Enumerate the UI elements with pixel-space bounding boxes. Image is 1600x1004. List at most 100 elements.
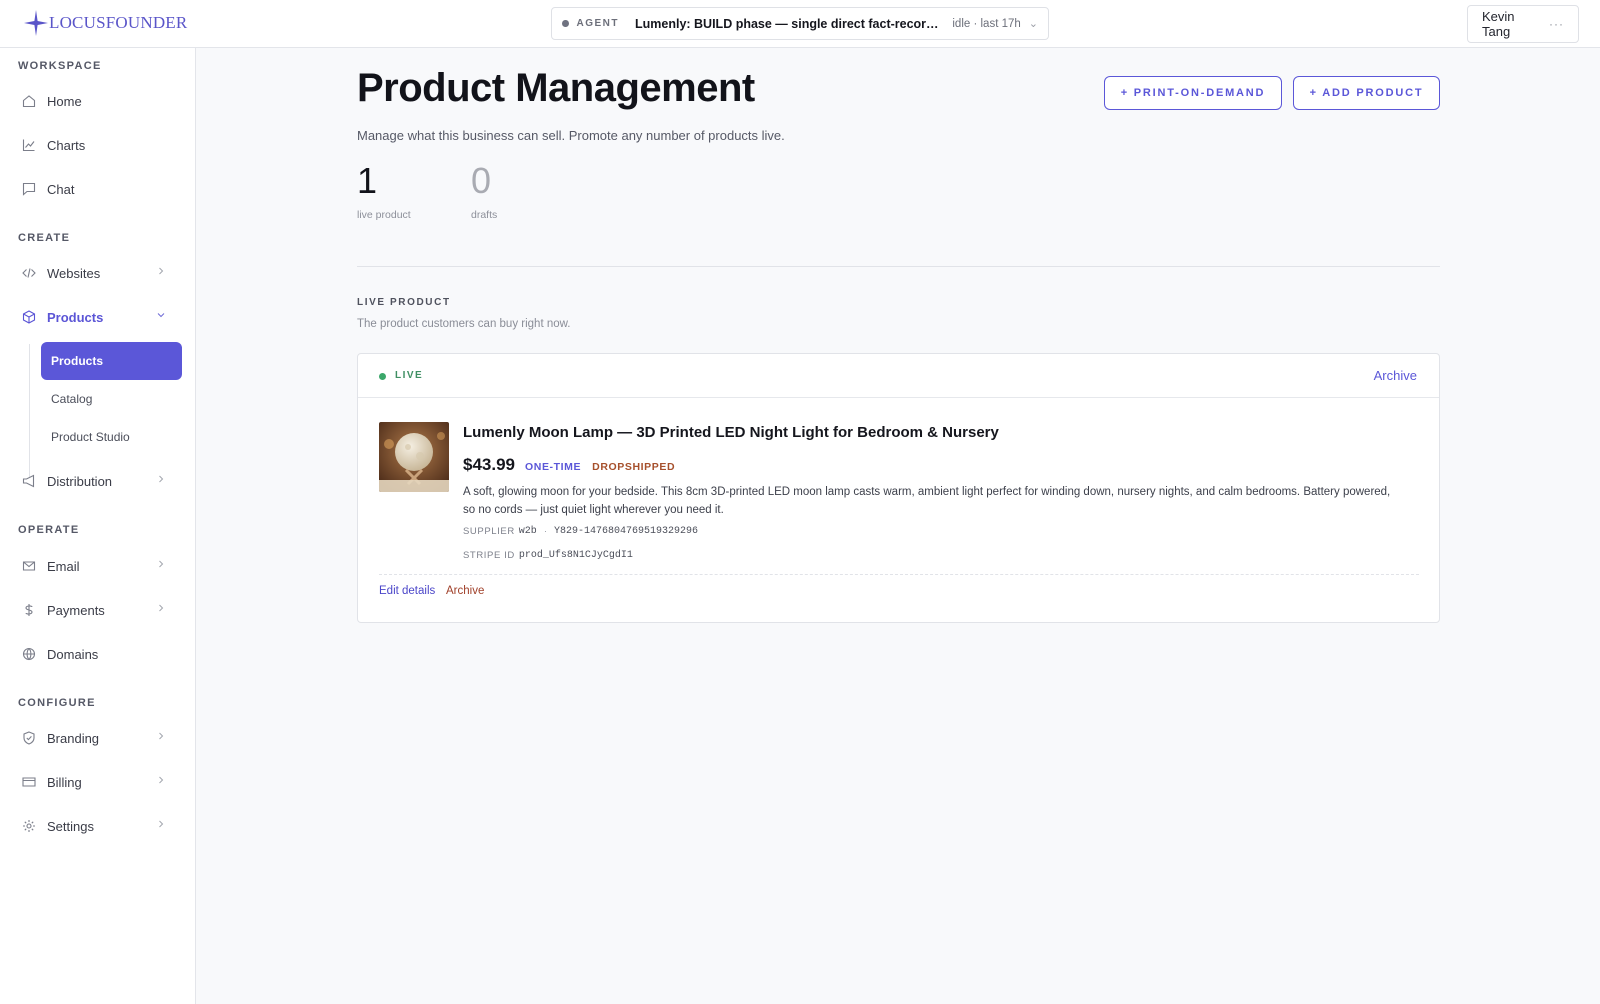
section-create: CREATE bbox=[18, 232, 71, 244]
archive-link[interactable]: Archive bbox=[1374, 368, 1417, 383]
sidebar-item-billing[interactable]: Billing bbox=[10, 765, 186, 799]
supplier-meta: SUPPLIER w2b · Y829-1476804769519329296 bbox=[463, 526, 698, 537]
brand-name: LOCUSFOUNDER bbox=[49, 13, 188, 32]
sidebar-item-label: Home bbox=[47, 93, 82, 109]
section-operate: OPERATE bbox=[18, 524, 80, 536]
product-name[interactable]: Lumenly Moon Lamp — 3D Printed LED Night… bbox=[463, 424, 999, 441]
user-menu[interactable]: Kevin Tang ··· bbox=[1467, 5, 1579, 43]
stripe-meta: STRIPE ID prod_Ufs8N1CJyCgdI1 bbox=[463, 550, 633, 561]
mail-icon bbox=[22, 561, 36, 571]
sidebar-item-label: Charts bbox=[47, 137, 86, 153]
product-image[interactable] bbox=[379, 422, 449, 492]
sidebar-item-label: Distribution bbox=[47, 473, 113, 489]
product-card: LIVE Archive Lumenly Moon Lamp — 3D Prin… bbox=[357, 353, 1440, 623]
chat-icon bbox=[22, 182, 36, 196]
gear-icon bbox=[23, 820, 35, 832]
sidebar-item-email[interactable]: Email bbox=[10, 549, 186, 583]
chevron-down-icon bbox=[157, 313, 165, 318]
sidebar-subitem-products[interactable]: Products bbox=[41, 342, 182, 380]
stat-caption: drafts bbox=[471, 209, 498, 221]
sidebar-subitem-catalog[interactable]: Catalog bbox=[41, 380, 182, 418]
chevron-right-icon bbox=[159, 560, 164, 568]
credit-card-icon bbox=[22, 777, 36, 787]
sidebar-item-label: Billing bbox=[47, 774, 82, 790]
sidebar-item-charts[interactable]: Charts bbox=[10, 128, 186, 162]
stat-value: 0 bbox=[471, 160, 492, 201]
sidebar-item-label: Payments bbox=[47, 602, 105, 618]
globe-icon bbox=[22, 647, 36, 661]
meta-separator: · bbox=[543, 526, 547, 537]
sidebar-item-label: Chat bbox=[47, 181, 75, 197]
stat-drafts: 0 drafts bbox=[471, 160, 498, 222]
chevron-down-icon: ⌄ bbox=[1028, 18, 1038, 30]
product-price: $43.99 bbox=[463, 455, 515, 474]
card-header: LIVE Archive bbox=[358, 354, 1439, 398]
sidebar-item-label: Websites bbox=[47, 265, 101, 281]
stat-value: 1 bbox=[357, 160, 378, 201]
top-bar: LOCUSFOUNDER AGENT Lumenly: BUILD phase … bbox=[0, 0, 1600, 48]
sidebar-item-label: Email bbox=[47, 558, 80, 574]
divider bbox=[357, 266, 1440, 267]
archive-action-link[interactable]: Archive bbox=[446, 585, 484, 597]
page-subtitle: Manage what this business can sell. Prom… bbox=[357, 128, 785, 143]
megaphone-icon bbox=[22, 474, 35, 488]
brand-logo[interactable]: LOCUSFOUNDER bbox=[24, 10, 187, 36]
chevron-right-icon bbox=[159, 475, 164, 483]
agent-tag: AGENT bbox=[576, 18, 619, 29]
sidebar-item-home[interactable]: Home bbox=[10, 84, 186, 118]
chevron-right-icon bbox=[159, 776, 164, 784]
user-name: Kevin Tang bbox=[1482, 9, 1515, 39]
chevron-right-icon bbox=[159, 604, 164, 612]
sidebar-item-branding[interactable]: Branding bbox=[10, 721, 186, 755]
chevron-right-icon bbox=[159, 732, 164, 740]
section-description: The product customers can buy right now. bbox=[357, 318, 571, 330]
box-icon bbox=[22, 310, 36, 324]
sidebar-item-label: Products bbox=[47, 309, 104, 325]
agent-status-dot bbox=[562, 20, 569, 27]
edit-details-link[interactable]: Edit details bbox=[379, 585, 435, 597]
add-product-button[interactable]: + ADD PRODUCT bbox=[1293, 76, 1440, 110]
section-heading: LIVE PRODUCT bbox=[357, 297, 451, 308]
dollar-icon bbox=[25, 604, 33, 616]
sidebar-item-label: Domains bbox=[47, 646, 99, 662]
supplier-label: SUPPLIER bbox=[463, 526, 515, 537]
section-configure: CONFIGURE bbox=[18, 697, 96, 709]
supplier-name: w2b bbox=[518, 526, 537, 537]
card-divider bbox=[379, 574, 1419, 575]
chevron-right-icon bbox=[159, 820, 164, 828]
sidebar-item-payments[interactable]: Payments bbox=[10, 593, 186, 627]
agent-status: idle · last 17h bbox=[952, 17, 1021, 30]
sidebar-item-settings[interactable]: Settings bbox=[10, 809, 186, 843]
more-icon: ··· bbox=[1549, 17, 1564, 31]
sidebar-item-label: Settings bbox=[47, 818, 94, 834]
stripe-id: prod_Ufs8N1CJyCgdI1 bbox=[518, 550, 633, 561]
code-icon bbox=[22, 268, 36, 278]
section-workspace: WORKSPACE bbox=[18, 60, 102, 72]
billing-tag: ONE-TIME bbox=[525, 461, 582, 473]
chevron-right-icon bbox=[159, 267, 164, 275]
product-description: A soft, glowing moon for your bedside. T… bbox=[463, 486, 1391, 516]
stripe-label: STRIPE ID bbox=[463, 550, 515, 561]
live-status-label: LIVE bbox=[395, 370, 424, 381]
sidebar-item-domains[interactable]: Domains bbox=[10, 637, 186, 671]
sidebar-item-label: Branding bbox=[47, 730, 100, 746]
agent-title: Lumenly: BUILD phase — single direct fac… bbox=[635, 16, 943, 31]
stat-caption: live product bbox=[357, 209, 411, 221]
submenu-rail bbox=[29, 344, 30, 478]
sidebar-subitem-product-studio[interactable]: Product Studio bbox=[41, 418, 182, 456]
stat-live-products: 1 live product bbox=[357, 160, 411, 222]
page-title: Product Management bbox=[357, 66, 755, 110]
agent-selector[interactable]: AGENT Lumenly: BUILD phase — single dire… bbox=[551, 7, 1049, 40]
shield-icon bbox=[23, 731, 35, 745]
print-on-demand-button[interactable]: + PRINT-ON-DEMAND bbox=[1104, 76, 1282, 110]
sparkle-icon bbox=[24, 10, 48, 36]
chart-icon bbox=[22, 139, 35, 152]
sidebar-item-products[interactable]: Products bbox=[10, 300, 186, 334]
home-icon bbox=[22, 95, 36, 108]
supplier-id: Y829-1476804769519329296 bbox=[553, 526, 699, 537]
sidebar-item-distribution[interactable]: Distribution bbox=[10, 464, 186, 498]
sidebar-item-chat[interactable]: Chat bbox=[10, 172, 186, 206]
fulfillment-tag: DROPSHIPPED bbox=[592, 461, 676, 473]
live-status-dot bbox=[379, 373, 386, 380]
sidebar-item-websites[interactable]: Websites bbox=[10, 256, 186, 290]
